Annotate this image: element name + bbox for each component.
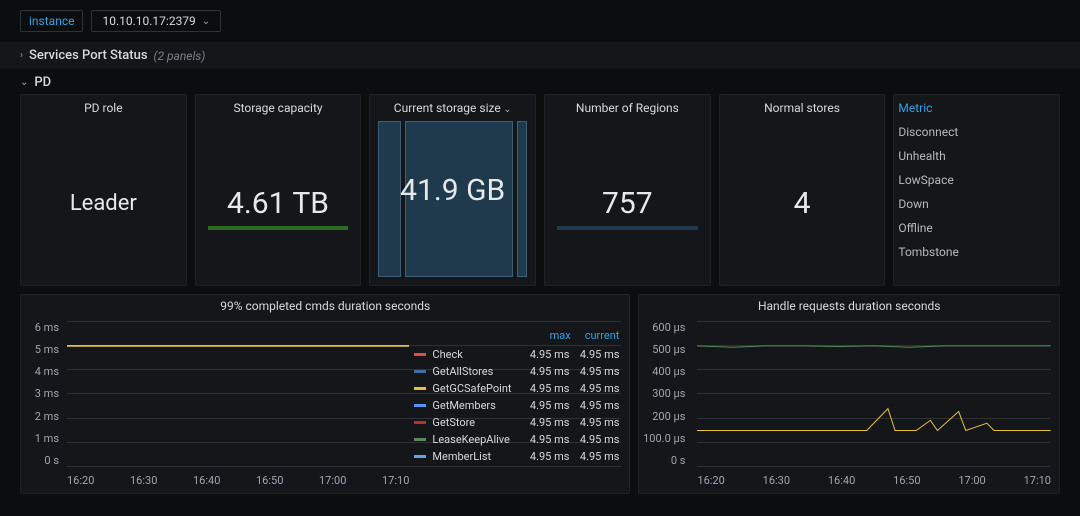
panel-cmds-duration[interactable]: 99% completed cmds duration seconds 6 ms… — [20, 294, 630, 494]
metric-row: Unhealth — [898, 149, 1055, 163]
legend-series-name: GetAllStores — [432, 365, 519, 378]
legend-current: 4.95 ms — [575, 416, 619, 429]
row-title: PD — [34, 75, 51, 90]
legend-swatch — [414, 455, 426, 458]
metric-row: Disconnect — [898, 125, 1055, 139]
metric-row: Tombstone — [898, 245, 1055, 259]
stat-value: 757 — [545, 121, 710, 285]
var-dropdown-instance[interactable]: 10.10.10.17:2379 ⌄ — [91, 10, 221, 32]
y-axis: 6 ms5 ms4 ms 3 ms2 ms1 ms 0 s — [21, 321, 65, 467]
legend-row[interactable]: GetGCSafePoint 4.95 ms 4.95 ms — [414, 380, 619, 397]
legend-series-name: GetStore — [432, 416, 519, 429]
row-header-services[interactable]: › Services Port Status (2 panels) — [0, 42, 1080, 69]
legend-col[interactable]: current — [585, 329, 620, 342]
legend-row[interactable]: MemberList 4.95 ms 4.95 ms — [414, 448, 619, 465]
var-label-instance: instance — [20, 10, 83, 32]
plot-area[interactable] — [697, 321, 1051, 467]
x-axis: 16:2016:3016:40 16:5017:0017:10 — [697, 474, 1051, 487]
stat-value: 4.61 TB — [196, 121, 361, 285]
legend-swatch — [414, 370, 426, 373]
panel-pd-role[interactable]: PD role Leader — [20, 94, 187, 286]
panel-number-of-regions[interactable]: Number of Regions 757 — [544, 94, 711, 286]
pd-stats-row: PD role Leader Storage capacity 4.61 TB … — [0, 94, 1080, 294]
var-dropdown-value: 10.10.10.17:2379 — [102, 14, 195, 28]
legend-current: 4.95 ms — [575, 433, 619, 446]
chevron-down-icon: ⌄ — [202, 16, 210, 27]
legend-swatch — [414, 387, 426, 390]
legend-series-name: GetMembers — [432, 399, 519, 412]
panel-store-metrics-peek[interactable]: Metric Disconnect Unhealth LowSpace Down… — [893, 94, 1060, 286]
legend-swatch — [414, 438, 426, 441]
row-title: Services Port Status — [29, 48, 148, 63]
panel-normal-stores[interactable]: Normal stores 4 — [719, 94, 886, 286]
metric-row: Offline — [898, 221, 1055, 235]
panel-storage-capacity[interactable]: Storage capacity 4.61 TB — [195, 94, 362, 286]
legend-current: 4.95 ms — [575, 365, 619, 378]
stat-value: 41.9 GB — [370, 95, 535, 285]
legend-row[interactable]: GetAllStores 4.95 ms 4.95 ms — [414, 363, 619, 380]
legend-max: 4.95 ms — [525, 399, 569, 412]
panel-title: Normal stores — [720, 95, 885, 121]
y-axis: 600 µs500 µs400 µs 300 µs200 µs100.0 µs … — [639, 321, 691, 467]
legend-swatch — [414, 421, 426, 424]
legend-row[interactable]: Check 4.95 ms 4.95 ms — [414, 346, 619, 363]
sparkline — [557, 226, 698, 230]
legend-col[interactable]: max — [550, 329, 571, 342]
legend-max: 4.95 ms — [525, 365, 569, 378]
legend-max: 4.95 ms — [525, 433, 569, 446]
legend-max: 4.95 ms — [525, 416, 569, 429]
pd-graphs-row: 99% completed cmds duration seconds 6 ms… — [0, 294, 1080, 494]
legend-row[interactable]: GetMembers 4.95 ms 4.95 ms — [414, 397, 619, 414]
metric-row: LowSpace — [898, 173, 1055, 187]
plot-area[interactable] — [67, 321, 409, 467]
legend-max: 4.95 ms — [525, 348, 569, 361]
legend-current: 4.95 ms — [575, 382, 619, 395]
x-axis: 16:2016:3016:40 16:5017:0017:10 — [67, 474, 409, 487]
panel-handle-requests-duration[interactable]: Handle requests duration seconds 600 µs5… — [638, 294, 1060, 494]
stat-value: Leader — [21, 121, 186, 285]
panels-count: (2 panels) — [154, 49, 206, 63]
panel-title: Handle requests duration seconds — [639, 295, 1059, 317]
sparkline — [208, 226, 349, 230]
panel-title: PD role — [21, 95, 186, 121]
panel-title: Storage capacity — [196, 95, 361, 121]
metric-row: Down — [898, 197, 1055, 211]
legend-series-name: LeaseKeepAlive — [432, 433, 519, 446]
row-header-pd[interactable]: ⌄ PD — [0, 69, 1080, 94]
stat-value: 4 — [720, 121, 885, 285]
legend-current: 4.95 ms — [575, 348, 619, 361]
legend-series-name: Check — [432, 348, 519, 361]
legend-max: 4.95 ms — [525, 382, 569, 395]
chevron-right-icon: › — [20, 50, 23, 61]
legend-swatch — [414, 353, 426, 356]
legend-swatch — [414, 404, 426, 407]
legend-current: 4.95 ms — [575, 399, 619, 412]
chevron-down-icon: ⌄ — [20, 77, 28, 88]
legend-row[interactable]: LeaseKeepAlive 4.95 ms 4.95 ms — [414, 431, 619, 448]
panel-title: 99% completed cmds duration seconds — [21, 295, 629, 317]
legend-row[interactable]: GetStore 4.95 ms 4.95 ms — [414, 414, 619, 431]
metrics-col-header: Metric — [898, 101, 1055, 115]
template-variables-bar: instance 10.10.10.17:2379 ⌄ — [0, 0, 1080, 42]
panel-title: Number of Regions — [545, 95, 710, 121]
legend-series-name: GetGCSafePoint — [432, 382, 519, 395]
legend: max current Check4.95 ms4.95 msGetAllSto… — [414, 329, 619, 465]
legend-current: 4.95 ms — [575, 450, 619, 463]
legend-series-name: MemberList — [432, 450, 519, 463]
panel-current-storage-size[interactable]: Current storage size 41.9 GB — [369, 94, 536, 286]
legend-max: 4.95 ms — [525, 450, 569, 463]
